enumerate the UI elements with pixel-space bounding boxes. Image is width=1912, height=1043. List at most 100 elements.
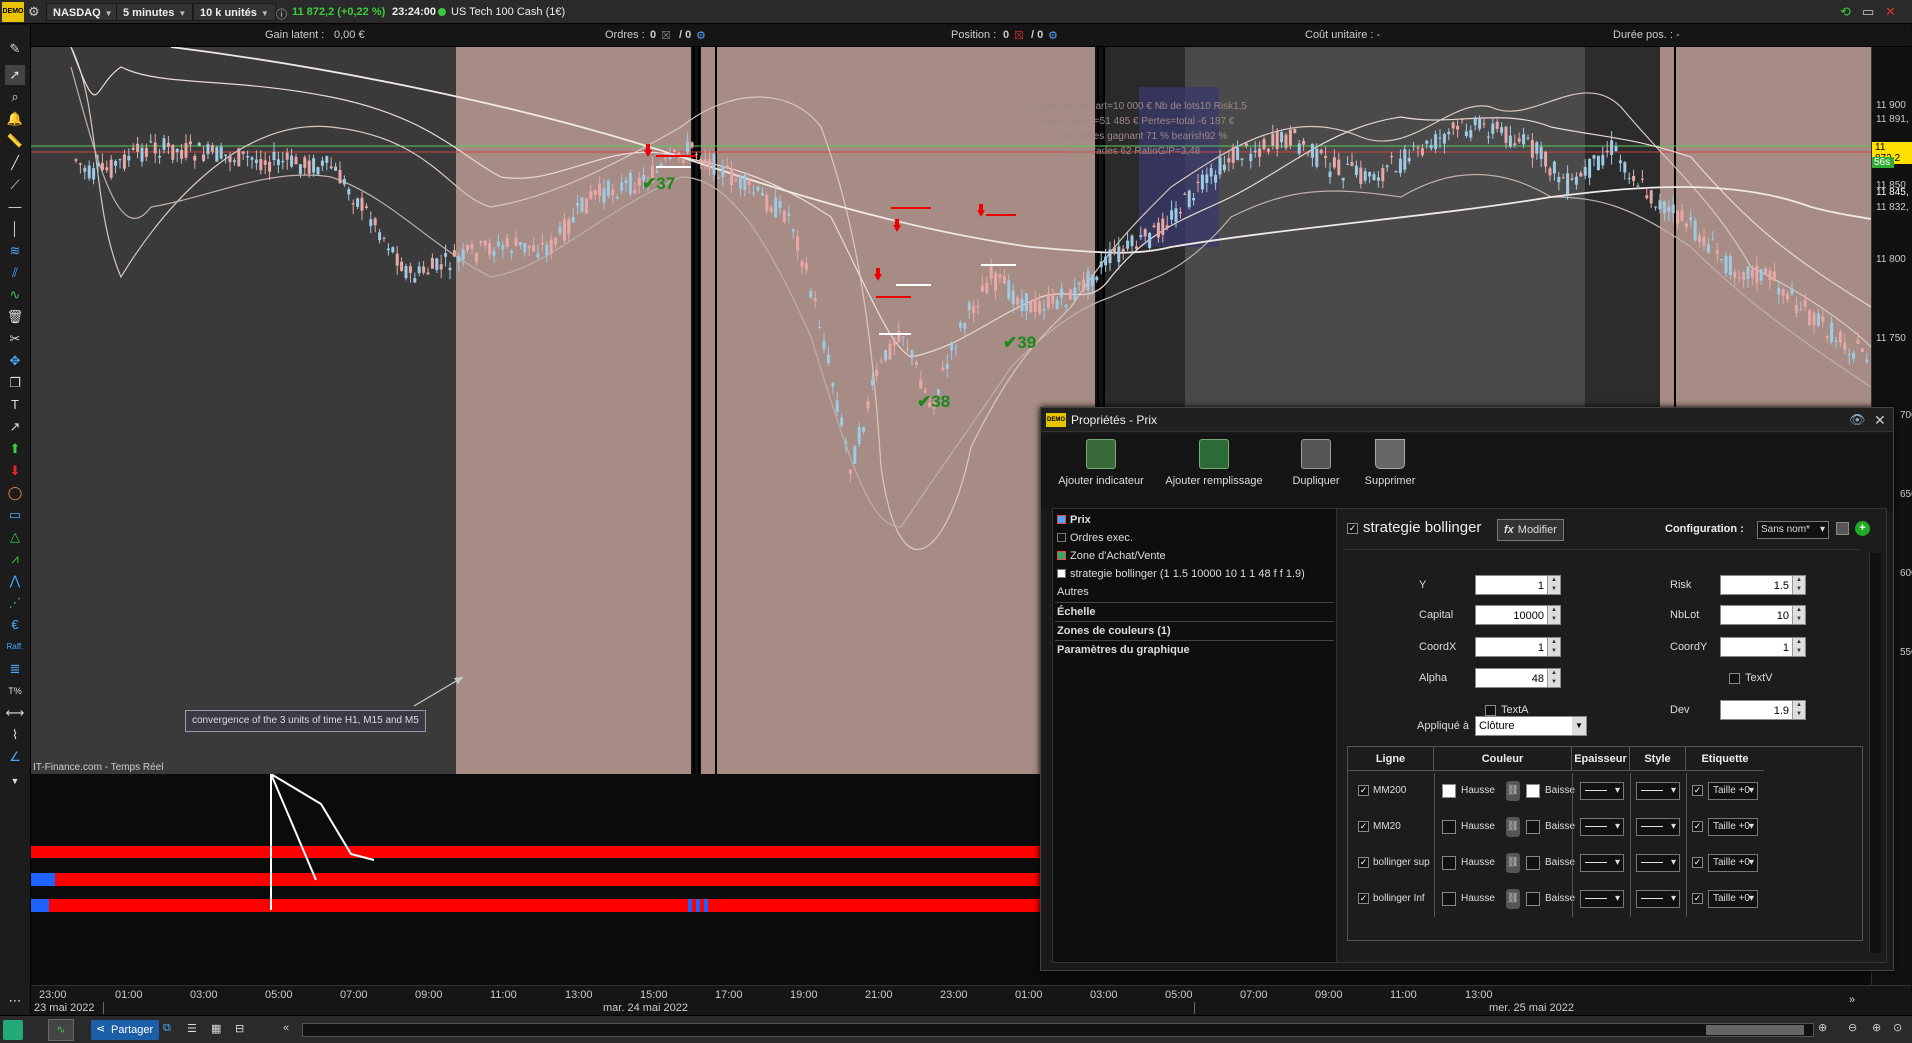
close-window-icon[interactable]: ✕ bbox=[1885, 4, 1896, 20]
move-icon[interactable]: ✥ bbox=[5, 351, 25, 371]
link-icon[interactable]: ⛓ bbox=[1506, 817, 1520, 837]
label-checkbox[interactable]: ✓ bbox=[1692, 785, 1703, 796]
modify-button[interactable]: fx Modifier bbox=[1497, 519, 1564, 541]
coordy-input[interactable]: 1 ▲ ▼ bbox=[1720, 637, 1806, 657]
units-selector[interactable]: 10 k unités ▼ bbox=[193, 3, 276, 21]
down-color-swatch[interactable] bbox=[1526, 820, 1540, 834]
text-icon[interactable]: T bbox=[5, 395, 25, 415]
indicator-enabled-checkbox[interactable]: ✓ bbox=[1347, 523, 1358, 534]
more-icon[interactable]: ⋯ bbox=[5, 991, 25, 1011]
scroll-right-icon[interactable]: » bbox=[1849, 994, 1855, 1006]
chart-type-icon[interactable]: ∿ bbox=[48, 1019, 74, 1041]
ruler-icon[interactable]: 📏 bbox=[5, 131, 25, 151]
measure-icon[interactable]: ⟷ bbox=[5, 703, 25, 723]
thickness-dropdown[interactable]: ▾ bbox=[1580, 890, 1624, 908]
capital-input[interactable]: 10000 ▲ ▼ bbox=[1475, 605, 1561, 625]
config-dropdown[interactable]: Sans nom* ▾ bbox=[1757, 521, 1829, 539]
tree-section-chart-params[interactable]: Paramètres du graphique bbox=[1055, 640, 1334, 658]
coordx-input[interactable]: 1 ▲ ▼ bbox=[1475, 637, 1561, 657]
timeframe-selector[interactable]: 5 minutes ▼ bbox=[116, 3, 194, 21]
y-input[interactable]: 1 ▲ ▼ bbox=[1475, 575, 1561, 595]
position-gear-icon[interactable]: ⚙ bbox=[1048, 29, 1058, 42]
tree-item-others[interactable]: Autres bbox=[1055, 583, 1334, 601]
save-config-icon[interactable] bbox=[1836, 522, 1849, 535]
label-size-dropdown[interactable]: Taille +0 ▾ bbox=[1708, 818, 1758, 836]
position-close-icon[interactable]: ☒ bbox=[1014, 29, 1024, 42]
hline-icon[interactable]: ― bbox=[5, 197, 25, 217]
scrollbar-track[interactable] bbox=[302, 1023, 1814, 1037]
ellipse-icon[interactable]: ◯ bbox=[5, 483, 25, 503]
zoom-in-icon[interactable]: ⊕ bbox=[1872, 1021, 1881, 1034]
layout-icon[interactable]: ▦ bbox=[211, 1022, 221, 1035]
fan-icon[interactable]: ⋰ bbox=[5, 593, 25, 613]
collapse-left-icon[interactable]: « bbox=[283, 1022, 289, 1034]
textv-checkbox[interactable] bbox=[1729, 673, 1740, 684]
up-arrow-icon[interactable]: ⬆ bbox=[5, 439, 25, 459]
add-config-icon[interactable]: + bbox=[1855, 521, 1870, 536]
thickness-dropdown[interactable]: ▾ bbox=[1580, 818, 1624, 836]
down-color-swatch[interactable] bbox=[1526, 784, 1540, 798]
thickness-dropdown[interactable]: ▾ bbox=[1580, 854, 1624, 872]
tree-section-color-zones[interactable]: Zones de couleurs (1) bbox=[1055, 621, 1334, 639]
fib-icon[interactable]: ≋ bbox=[5, 241, 25, 261]
pattern-icon[interactable]: ⩘ bbox=[5, 549, 25, 569]
tree-item-strategy[interactable]: strategie bollinger (1 1.5 10000 10 1 1 … bbox=[1055, 565, 1334, 583]
label-checkbox[interactable]: ✓ bbox=[1692, 857, 1703, 868]
channel-icon[interactable]: ⫽ bbox=[5, 263, 25, 283]
label-size-dropdown[interactable]: Taille +0 ▾ bbox=[1708, 854, 1758, 872]
chart-annotation[interactable]: convergence of the 3 units of time H1, M… bbox=[185, 710, 426, 732]
triangle-icon[interactable]: △ bbox=[5, 527, 25, 547]
alert-icon[interactable]: 🔔 bbox=[5, 109, 25, 129]
style-dropdown[interactable]: ▾ bbox=[1636, 818, 1680, 836]
delete-button[interactable]: Supprimer bbox=[1355, 439, 1425, 487]
line-visible-checkbox[interactable]: ✓ bbox=[1358, 821, 1369, 832]
raff-icon[interactable]: Raff. bbox=[5, 637, 25, 657]
up-color-swatch[interactable] bbox=[1442, 856, 1456, 870]
add-fill-button[interactable]: Ajouter remplissage bbox=[1159, 439, 1269, 487]
up-color-swatch[interactable] bbox=[1442, 892, 1456, 906]
info-icon[interactable]: ⓘ bbox=[276, 6, 287, 22]
label-size-dropdown[interactable]: Taille +0 ▾ bbox=[1708, 782, 1758, 800]
down-arrow-icon[interactable]: ⬇ bbox=[5, 461, 25, 481]
anchor-icon[interactable]: ⌇ bbox=[5, 725, 25, 745]
link-icon[interactable]: ⛓ bbox=[1506, 781, 1520, 801]
levels-icon[interactable]: ≣ bbox=[5, 659, 25, 679]
symbol-selector[interactable]: NASDAQ ▼ bbox=[46, 3, 120, 21]
element-tree[interactable]: Prix Ordres exec. Zone d'Achat/Vente str… bbox=[1052, 508, 1337, 963]
trendline-icon[interactable]: ⟋ bbox=[5, 175, 25, 195]
zoom-fit-icon[interactable]: ⊕ bbox=[1818, 1021, 1827, 1034]
orders-gear-icon[interactable]: ⚙ bbox=[696, 29, 706, 42]
expand-down-icon[interactable]: ▼ bbox=[5, 771, 25, 791]
up-color-swatch[interactable] bbox=[1442, 784, 1456, 798]
zoom-reset-icon[interactable]: ⊙ bbox=[1893, 1021, 1902, 1034]
label-checkbox[interactable]: ✓ bbox=[1692, 821, 1703, 832]
label-size-dropdown[interactable]: Taille +0 ▾ bbox=[1708, 890, 1758, 908]
down-color-swatch[interactable] bbox=[1526, 892, 1540, 906]
style-dropdown[interactable]: ▾ bbox=[1636, 890, 1680, 908]
applied-dropdown[interactable]: Clôture ▼ bbox=[1475, 716, 1587, 736]
nblot-input[interactable]: 10 ▲ ▼ bbox=[1720, 605, 1806, 625]
percent-icon[interactable]: T% bbox=[5, 681, 25, 701]
up-color-swatch[interactable] bbox=[1442, 820, 1456, 834]
monitor-icon[interactable]: ⊟ bbox=[235, 1022, 244, 1035]
tree-item-orders[interactable]: Ordres exec. bbox=[1055, 529, 1334, 547]
label-checkbox[interactable]: ✓ bbox=[1692, 893, 1703, 904]
eye-icon[interactable]: 👁 bbox=[1849, 408, 1866, 432]
add-indicator-button[interactable]: Ajouter indicateur bbox=[1051, 439, 1151, 487]
tools-icon[interactable]: ✂ bbox=[5, 329, 25, 349]
style-dropdown[interactable]: ▾ bbox=[1636, 854, 1680, 872]
refresh-icon[interactable]: ⟲ bbox=[1840, 4, 1851, 20]
close-icon[interactable]: ✕ bbox=[1874, 408, 1886, 432]
line-visible-checkbox[interactable]: ✓ bbox=[1358, 785, 1369, 796]
windows-icon[interactable]: ⧉ bbox=[163, 1022, 171, 1035]
orders-close-icon[interactable]: ☒ bbox=[661, 29, 671, 42]
zoom-out-icon[interactable]: ⊖ bbox=[1848, 1021, 1857, 1034]
alpha-input[interactable]: 48 ▲ ▼ bbox=[1475, 668, 1561, 688]
link-icon[interactable]: ⛓ bbox=[1506, 889, 1520, 909]
thickness-dropdown[interactable]: ▾ bbox=[1580, 782, 1624, 800]
zigzag-icon[interactable]: ⋀ bbox=[5, 571, 25, 591]
trash-icon[interactable]: 🗑 bbox=[5, 307, 25, 327]
tree-item-zone[interactable]: Zone d'Achat/Vente bbox=[1055, 547, 1334, 565]
minimize-icon[interactable]: ▭ bbox=[1862, 4, 1874, 20]
line-visible-checkbox[interactable]: ✓ bbox=[1358, 893, 1369, 904]
